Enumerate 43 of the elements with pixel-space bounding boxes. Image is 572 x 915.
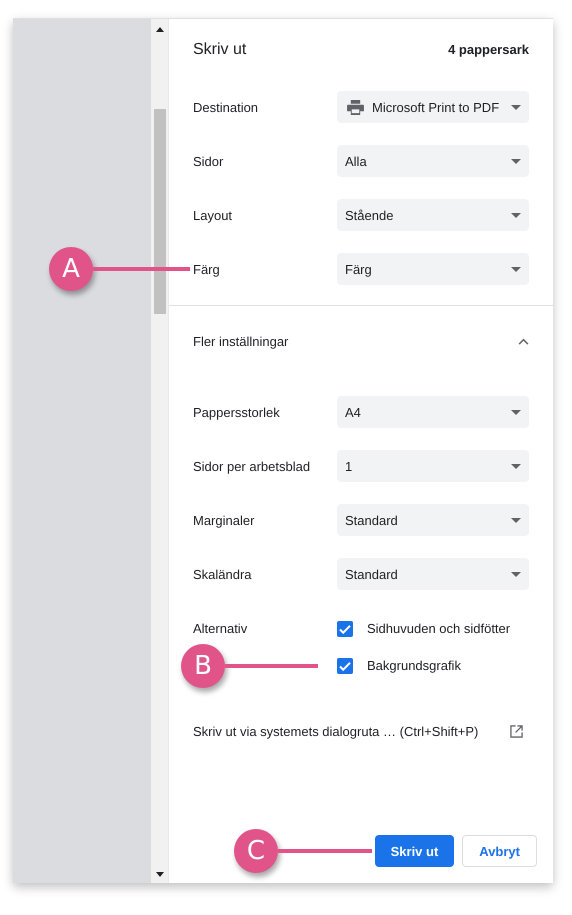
dropdown[interactable]: Färg [337,253,529,285]
caret-icon [511,266,521,272]
caret-icon [511,518,521,522]
setting-label: Färg [193,262,221,276]
caret-icon [511,104,521,110]
setting-label: Sidor [193,154,224,168]
dropdown[interactable]: A4 [337,396,529,428]
more-settings-toggle[interactable]: Fler inställningar [169,306,535,376]
checkbox[interactable] [337,620,353,636]
caret-icon [511,158,521,164]
setting-label: Destination [193,100,260,114]
setting-label: Sidor per arbetsblad [193,458,312,474]
caret-icon [511,410,521,414]
checkbox-label[interactable]: Sidhuvuden och sidfötter [367,621,510,636]
caret-icon [511,464,521,468]
dropdown[interactable]: 1 [337,450,529,482]
caret-icon [511,572,521,576]
scrollbar[interactable] [151,19,168,883]
setting-label: Skaländra [193,566,253,582]
setting-label: Layout [193,208,234,222]
caret-icon [511,212,521,218]
dropdown[interactable]: Standard [337,558,529,590]
system-dialog-link[interactable]: Skriv ut via systemets dialogruta … (Ctrl+Shift+P) [193,724,478,738]
sheet-count: 4 pappersark [448,42,529,57]
setting-label: Alternativ [193,621,248,636]
cancel-button[interactable]: Avbryt [462,835,537,867]
callout-badge: B [181,644,225,688]
dropdown[interactable]: Stående [337,199,529,231]
setting-label: Pappersstorlek [193,404,281,420]
printer-icon [347,100,364,114]
scrollbar-thumb[interactable] [154,109,166,314]
scroll-down-icon[interactable] [156,872,164,877]
dropdown[interactable]: Standard [337,504,529,536]
print-button[interactable]: Skriv ut [374,835,454,867]
setting-label: Marginaler [193,512,256,528]
checkbox[interactable] [337,658,353,674]
callout-badge: C [234,829,278,873]
dialog-title: Skriv ut [193,40,246,58]
dropdown[interactable]: Microsoft Print to PDF [337,91,529,123]
checkbox-label[interactable]: Bakgrundsgrafik [367,658,461,673]
scroll-up-icon[interactable] [156,27,164,32]
external-link-icon[interactable] [510,724,523,738]
dropdown[interactable]: Alla [337,145,529,177]
